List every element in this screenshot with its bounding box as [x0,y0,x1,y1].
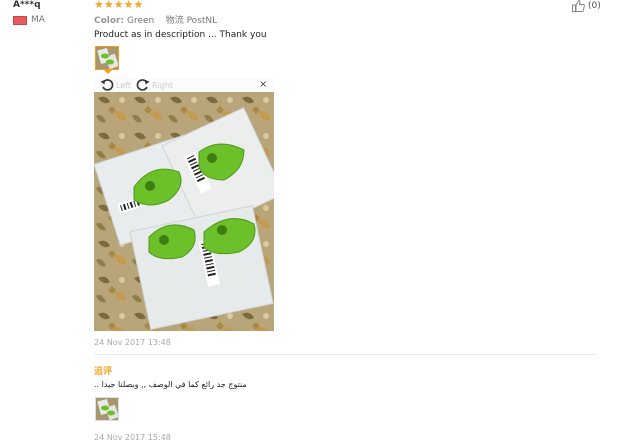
review-photo-thumbnail[interactable] [95,46,119,70]
helpful-count: (0) [588,1,601,11]
country-code: MA [31,15,45,25]
close-viewer-button[interactable]: × [259,79,267,90]
rotate-left-icon [100,78,114,93]
review-text: Product as in description ... Thank you [94,30,267,40]
rotate-left-button[interactable]: Left [100,78,131,93]
shipping-value: PostNL [186,16,218,26]
rotate-right-label: Right [152,81,174,90]
shipping-label: 物流 [165,16,184,26]
review-photo-large [94,92,274,331]
additional-photo-thumbnail[interactable] [95,397,119,421]
thumbnail-selected-caret [104,70,112,74]
additional-feedback-text: .. منتوج جد رائع كما في الوصف ,, ويصلنا … [94,380,247,389]
helpful-button[interactable]: (0) [572,0,601,12]
color-label: Color: [94,16,125,26]
review-divider [94,354,596,355]
review-date: 24 Nov 2017 13:48 [94,338,171,347]
country-flag-icon [13,15,27,25]
reviewer-name: A***q [13,0,41,10]
reviewer-country: MA [13,15,45,25]
color-value: Green [126,16,155,26]
additional-feedback-label: 追评 [94,367,113,377]
star-rating: ★★★★★ [94,0,144,11]
rotate-right-button[interactable]: Right [136,78,173,93]
thumbs-up-icon [572,0,585,12]
additional-feedback-date: 24 Nov 2017 15:48 [94,433,171,442]
rotate-left-label: Left [116,81,132,90]
order-meta: Color: Green 物流 PostNL [94,13,217,26]
rotate-right-icon [136,78,150,93]
